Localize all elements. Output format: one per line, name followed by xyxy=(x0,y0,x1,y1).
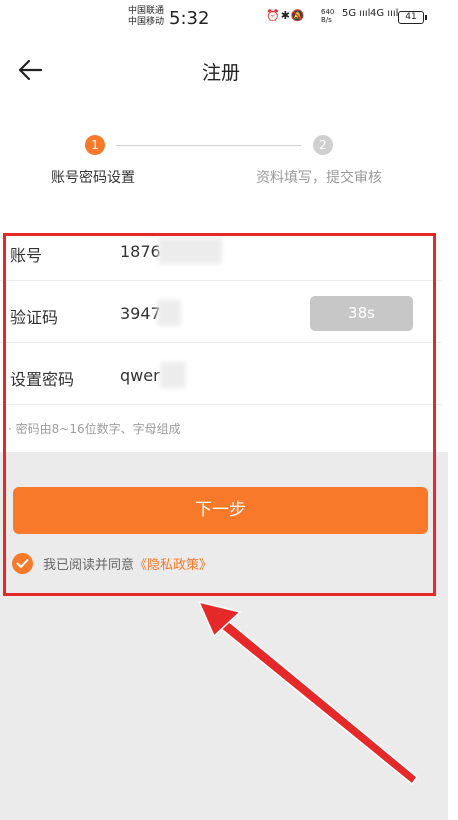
annotation-arrow xyxy=(197,600,419,786)
